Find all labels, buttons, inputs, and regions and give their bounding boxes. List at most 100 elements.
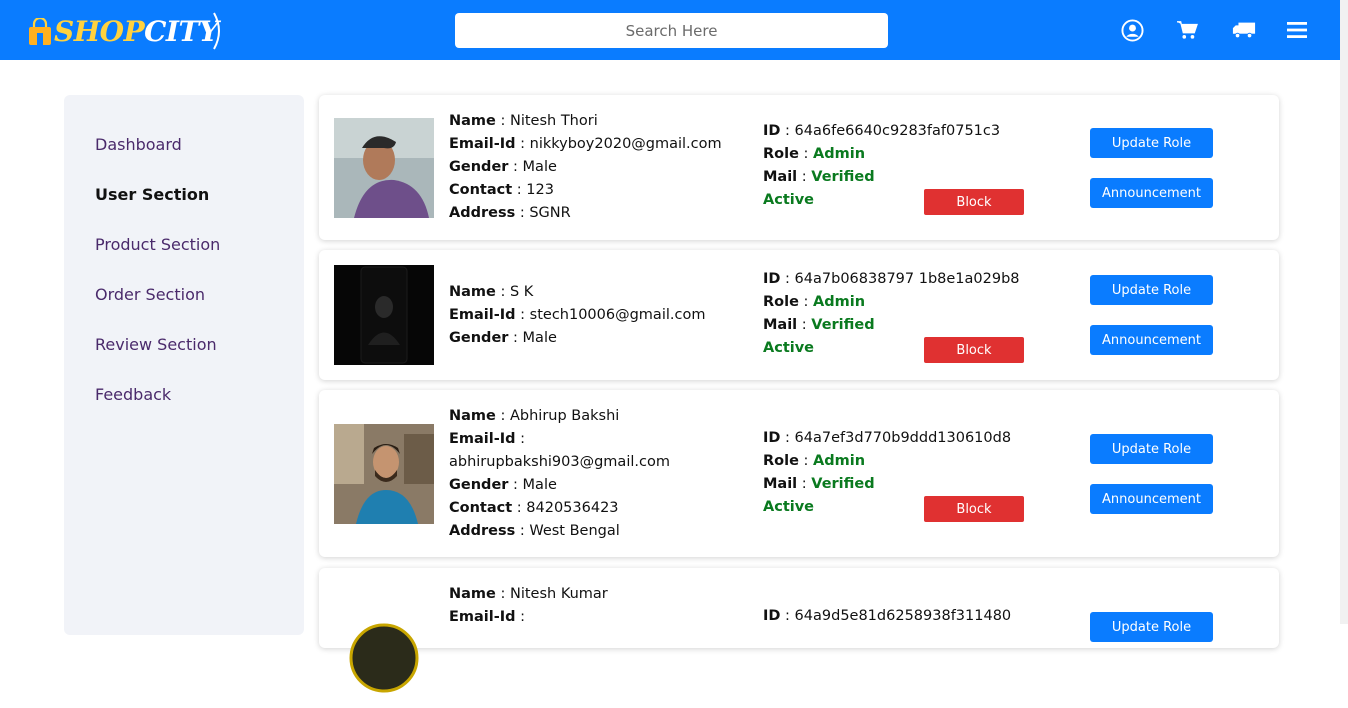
user-contact: 8420536423 xyxy=(526,500,619,516)
user-circle-icon[interactable] xyxy=(1120,18,1144,42)
email-label: Email-Id xyxy=(449,307,516,323)
sidebar-item-order-section[interactable]: Order Section xyxy=(95,285,205,304)
gender-label: Gender xyxy=(449,330,509,346)
shopcity-logo[interactable]: SHOPCITY xyxy=(28,10,224,52)
announcement-button[interactable]: Announcement xyxy=(1090,484,1213,514)
separator: : xyxy=(495,586,510,602)
block-button[interactable]: Block xyxy=(924,189,1024,215)
user-mail-status: Verified xyxy=(811,476,875,492)
user-gender-row: Gender : Male xyxy=(449,156,722,179)
sidebar: Dashboard User Section Product Section O… xyxy=(64,95,304,635)
user-id-row: ID : 64a6fe6640c9283faf0751c3 xyxy=(763,120,1000,143)
user-email-row: Email-Id : xyxy=(449,606,608,629)
search-input[interactable] xyxy=(455,13,888,48)
gender-label: Gender xyxy=(449,477,509,493)
user-name: Nitesh Kumar xyxy=(509,586,608,602)
user-address-row: Address : West Bengal xyxy=(449,520,670,543)
user-name: Abhirup Bakshi xyxy=(509,408,620,424)
user-info: Name : Nitesh Kumar Email-Id : xyxy=(449,583,608,629)
avatar xyxy=(334,265,434,365)
user-card: Name : Abhirup Bakshi Email-Id : abhirup… xyxy=(319,390,1279,557)
user-mail-row: Mail : Verified xyxy=(763,166,1000,189)
user-mail-status: Verified xyxy=(811,169,875,185)
truck-icon[interactable] xyxy=(1232,18,1256,42)
avatar xyxy=(334,118,434,218)
separator: : xyxy=(495,284,510,300)
user-name-row: Name : S K xyxy=(449,281,705,304)
user-role-row: Role : Admin xyxy=(763,450,1011,473)
id-label: ID xyxy=(763,608,781,624)
user-id-row: ID : 64a7b06838797 1b8e1a029b8 xyxy=(763,268,1020,291)
user-role: Admin xyxy=(813,146,866,162)
separator: : xyxy=(780,430,795,446)
cart-icon[interactable] xyxy=(1175,18,1199,42)
update-role-button[interactable]: Update Role xyxy=(1090,128,1213,158)
user-address: West Bengal xyxy=(529,523,620,539)
mail-label: Mail xyxy=(763,169,798,185)
separator: : xyxy=(508,477,523,493)
block-button[interactable]: Block xyxy=(924,337,1024,363)
user-id: 64a7ef3d770b9ddd130610d8 xyxy=(794,430,1012,446)
avatar xyxy=(334,424,434,524)
update-role-button[interactable]: Update Role xyxy=(1090,275,1213,305)
separator: : xyxy=(508,330,523,346)
announcement-button[interactable]: Announcement xyxy=(1090,178,1213,208)
name-label: Name xyxy=(449,113,496,129)
user-gender-row: Gender : Male xyxy=(449,327,705,350)
separator: : xyxy=(515,609,526,625)
user-mail-status: Verified xyxy=(811,317,875,333)
user-name-row: Name : Abhirup Bakshi xyxy=(449,405,670,428)
user-gender: Male xyxy=(522,477,557,493)
user-role: Admin xyxy=(813,453,866,469)
separator: : xyxy=(797,169,812,185)
separator: : xyxy=(515,431,526,447)
user-id-row: ID : 64a9d5e81d6258938f311480 xyxy=(763,605,1011,628)
name-label: Name xyxy=(449,284,496,300)
user-card: Name : S K Email-Id : stech10006@gmail.c… xyxy=(319,250,1279,380)
user-email: stech10006@gmail.com xyxy=(529,307,706,323)
user-id: 64a9d5e81d6258938f311480 xyxy=(794,608,1012,624)
email-label: Email-Id xyxy=(449,431,516,447)
user-info: Name : Abhirup Bakshi Email-Id : abhirup… xyxy=(449,405,670,543)
block-button[interactable]: Block xyxy=(924,496,1024,522)
email-label: Email-Id xyxy=(449,136,516,152)
email-label: Email-Id xyxy=(449,609,516,625)
logo-text-city: CITY xyxy=(144,14,219,48)
user-email-row: Email-Id : xyxy=(449,428,670,451)
user-card: Name : Nitesh Thori Email-Id : nikkyboy2… xyxy=(319,95,1279,240)
separator: : xyxy=(495,113,510,129)
separator: : xyxy=(780,123,795,139)
separator: : xyxy=(508,159,523,175)
user-gender-row: Gender : Male xyxy=(449,474,670,497)
mail-label: Mail xyxy=(763,317,798,333)
user-name: S K xyxy=(509,284,534,300)
sidebar-item-user-section[interactable]: User Section xyxy=(95,185,209,204)
separator: : xyxy=(780,608,795,624)
menu-icon[interactable] xyxy=(1285,18,1309,42)
separator: : xyxy=(798,453,814,469)
sidebar-item-review-section[interactable]: Review Section xyxy=(95,335,217,354)
user-name: Nitesh Thori xyxy=(509,113,598,129)
announcement-button[interactable]: Announcement xyxy=(1090,325,1213,355)
separator: : xyxy=(512,500,527,516)
shopping-bag-icon xyxy=(28,16,52,45)
user-email-row: Email-Id : nikkyboy2020@gmail.com xyxy=(449,133,722,156)
logo-bag-handle-icon xyxy=(213,12,221,50)
user-mail-row: Mail : Verified xyxy=(763,314,1020,337)
user-card: Name : Nitesh Kumar Email-Id : ID : 64a9… xyxy=(319,568,1279,693)
user-contact-row: Contact : 8420536423 xyxy=(449,497,670,520)
sidebar-item-dashboard[interactable]: Dashboard xyxy=(95,135,182,154)
update-role-button[interactable]: Update Role xyxy=(1090,612,1213,642)
user-email: abhirupbakshi903@gmail.com xyxy=(449,454,670,470)
name-label: Name xyxy=(449,408,496,424)
separator: : xyxy=(515,523,530,539)
user-gender: Male xyxy=(522,330,557,346)
separator: : xyxy=(512,182,527,198)
scrollbar[interactable] xyxy=(1340,0,1348,624)
sidebar-item-product-section[interactable]: Product Section xyxy=(95,235,220,254)
role-label: Role xyxy=(763,294,799,310)
separator: : xyxy=(515,307,530,323)
id-label: ID xyxy=(763,123,781,139)
update-role-button[interactable]: Update Role xyxy=(1090,434,1213,464)
sidebar-item-feedback[interactable]: Feedback xyxy=(95,385,171,404)
